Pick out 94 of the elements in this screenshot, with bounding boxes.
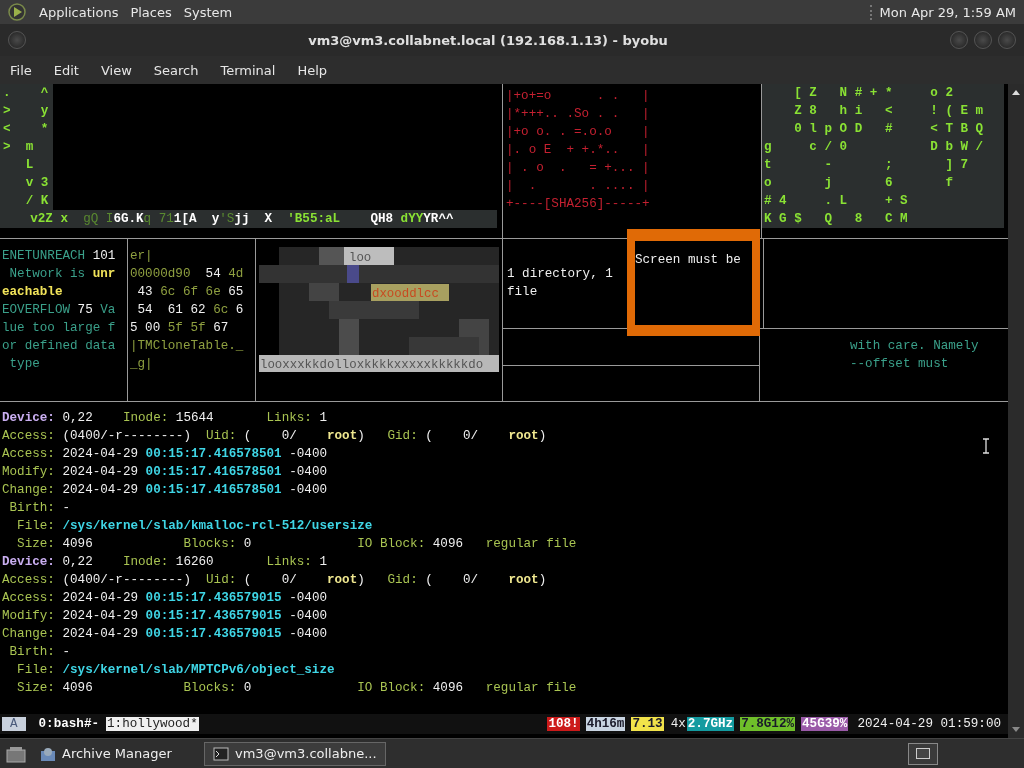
matrix-text: v 3: [24, 175, 50, 192]
art-text: looxxxkkdolloxkkkkxxxxxkkkkkdo: [260, 358, 484, 372]
matrix-text: v2Z x gQ I6G.Kq 711[A y'Sjj X 'B55:aL QH8 dYYYR^^: [0, 210, 497, 228]
tree-summary-line: 1 directory, 1: [507, 266, 614, 283]
status-indicator: 2.7GHz: [686, 717, 735, 731]
stat-output-line: File: /sys/kernel/slab/MPTCPv6/object_size: [16, 662, 335, 679]
stat-output-line: Access: 2024-04-29 00:15:17.416578501 -0400: [2, 446, 327, 463]
errno-line: ENETUNREACH 101: [2, 248, 117, 265]
status-indicator: 108!: [547, 717, 580, 731]
matrix-text: [ Z N # + * o 2: [793, 85, 954, 102]
terminal-icon: [213, 745, 229, 762]
matrix-text: o j 6 f: [764, 175, 954, 192]
status-indicator: 45G39%: [801, 717, 849, 731]
hexdump-line: 5 00 5f 5f 67: [130, 320, 230, 337]
taskbar-button[interactable]: Archive Manager: [32, 742, 198, 765]
hexdump-line: er|: [130, 248, 154, 265]
errno-line: or defined data: [2, 338, 117, 355]
hexdump-line: 00000d90 54 4d: [130, 266, 245, 283]
man-page-line: --offset must: [850, 356, 950, 373]
window-tab[interactable]: 0:bash#-: [37, 717, 101, 731]
matrix-text: Z 8 h i < ! ( E m: [793, 103, 985, 120]
matrix-text: < *: [3, 121, 50, 138]
art-text: loo: [349, 251, 372, 265]
menu-item[interactable]: Help: [289, 62, 336, 78]
panel-clock[interactable]: Mon Apr 29, 1:59 AM: [869, 4, 1016, 20]
play-logo-icon[interactable]: [8, 3, 26, 21]
stat-output-line: Device: 0,22 Inode: 16260 Links: 1: [2, 554, 328, 571]
randomart-line: | . o . = +... |: [506, 160, 651, 177]
randomart-line: |*+++.. .So . . |: [506, 106, 651, 123]
randomart-line: |+o+=o . . |: [506, 88, 651, 105]
errno-line: type: [8, 356, 41, 373]
panel-menu[interactable]: System: [178, 4, 238, 20]
text-cursor-icon: [982, 438, 990, 454]
man-page-line: with care. Namely: [850, 338, 980, 355]
taskbar-button[interactable]: vm3@vm3.collabne...: [204, 741, 386, 766]
randomart-line: |+o o. . =.o.o |: [506, 124, 651, 141]
matrix-text: g c / 0 D b W /: [764, 139, 985, 156]
matrix-text: . ^: [3, 85, 50, 102]
menu-item[interactable]: Search: [145, 62, 207, 78]
panel-menu[interactable]: Places: [125, 4, 177, 20]
hexdump-line: |TMCloneTable._: [130, 338, 245, 355]
stat-output-line: Access: 2024-04-29 00:15:17.436579015 -0400: [2, 590, 327, 607]
status-indicator: 7.8G12%: [740, 717, 796, 731]
menu-item[interactable]: Edit: [45, 62, 87, 78]
matrix-text: 0 l p O D # < T B Q: [793, 121, 985, 138]
matrix-text: # 4 . L + S: [764, 193, 909, 210]
stat-output-line: Access: (0400/-r--------) Uid: ( 0/ root) Gid: ( 0/ root): [2, 572, 547, 589]
status-indicator: 7.13: [631, 717, 664, 731]
workspace-icon[interactable]: [908, 742, 938, 765]
tree-summary-line: file: [507, 284, 539, 301]
status-indicator: 4x: [669, 717, 687, 731]
stat-output-line: File: /sys/kernel/slab/kmalloc-rcl-512/usersize: [16, 518, 373, 535]
art-text: dxooddlcc: [372, 287, 439, 301]
menu-item[interactable]: View: [92, 62, 140, 78]
matrix-text: t - ; ] 7: [764, 157, 970, 174]
alert-text: Screen must be: [635, 253, 741, 267]
scrollbar[interactable]: [1008, 84, 1024, 738]
menu-item[interactable]: Terminal: [212, 62, 284, 78]
status-indicator: 4h16m: [585, 717, 626, 731]
matrix-text: K G $ Q 8 C M: [764, 211, 909, 228]
stat-output-line: Size: 4096 Blocks: 0 IO Block: 4096 regular file: [16, 536, 577, 553]
window-tab[interactable]: 1:hollywood*: [106, 717, 199, 731]
archive-icon: [40, 745, 56, 762]
errno-line: EOVERFLOW 75 Va: [2, 302, 117, 319]
stat-output-line: Birth: -: [8, 500, 71, 517]
window-title: vm3@vm3.collabnet.local (192.168.1.13) - byobu: [307, 32, 669, 48]
matrix-text: > m: [3, 139, 35, 156]
errno-line: eachable: [2, 284, 64, 301]
scroll-down-icon[interactable]: [1011, 726, 1021, 734]
randomart-line: |. o E + +.*.. |: [506, 142, 651, 159]
stat-output-line: Modify: 2024-04-29 00:15:17.416578501 -0400: [2, 464, 327, 481]
status-datetime: 2024-04-29 01:59:00: [856, 717, 1002, 731]
stat-output-line: Modify: 2024-04-29 00:15:17.436579015 -0400: [2, 608, 327, 625]
hexdump-line: _g|: [130, 356, 154, 373]
hexdump-line: 43 6c 6f 6e 65: [136, 284, 245, 301]
session-label: A: [2, 717, 26, 731]
stat-output-line: Device: 0,22 Inode: 15644 Links: 1: [2, 410, 328, 427]
errno-line: lue too large f: [2, 320, 117, 337]
hexdump-line: 54 61 62 6c 6: [136, 302, 245, 319]
stat-output-line: Birth: -: [8, 644, 71, 661]
show-desktop-icon[interactable]: [6, 744, 26, 763]
randomart-line: | . . .... |: [506, 178, 651, 195]
stat-output-line: Access: (0400/-r--------) Uid: ( 0/ root) Gid: ( 0/ root): [2, 428, 547, 445]
stat-output-line: Change: 2024-04-29 00:15:17.436579015 -0400: [2, 626, 327, 643]
randomart-line: +----[SHA256]-----+: [506, 196, 651, 213]
matrix-text: L: [24, 157, 35, 174]
scroll-up-icon[interactable]: [1011, 88, 1021, 96]
errno-line: Network is unr: [8, 266, 117, 283]
stat-output-line: Change: 2024-04-29 00:15:17.416578501 -0400: [2, 482, 327, 499]
stat-output-line: Size: 4096 Blocks: 0 IO Block: 4096 regular file: [16, 680, 577, 697]
panel-menu[interactable]: Applications: [34, 4, 124, 20]
matrix-text: / K: [24, 193, 50, 210]
menu-item[interactable]: File: [2, 62, 40, 78]
matrix-text: > y: [3, 103, 50, 120]
